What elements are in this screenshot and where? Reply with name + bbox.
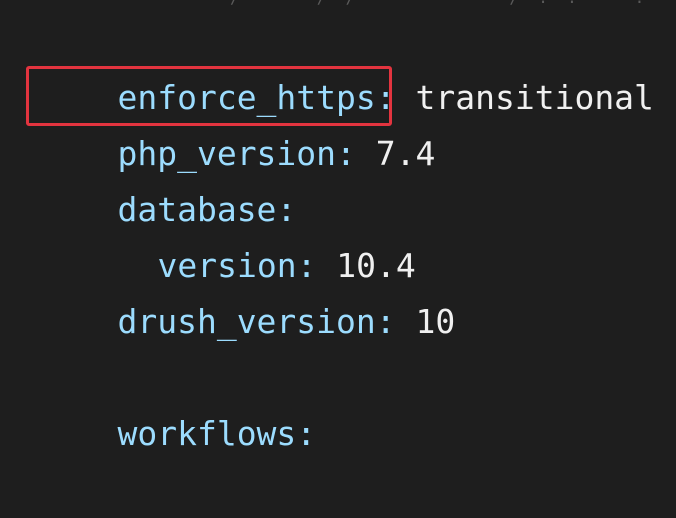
yaml-colon: : xyxy=(336,134,356,173)
yaml-value: 7.4 xyxy=(355,134,436,173)
yaml-colon: : xyxy=(375,302,396,341)
code-line-enforce-https: enforce_https: transitional xyxy=(38,14,653,117)
code-editor[interactable]: / ' ' ' / / / . . . . . . / enforce_http… xyxy=(0,0,676,453)
highlight-box xyxy=(26,66,392,126)
code-line-database: database: xyxy=(38,126,296,229)
code-line-database-version: version: 10.4 xyxy=(78,182,415,285)
yaml-key: drush_version xyxy=(117,302,376,341)
yaml-key: workflows xyxy=(117,414,297,453)
code-line-workflows: workflows: xyxy=(38,350,316,453)
yaml-colon: : xyxy=(296,414,317,453)
code-line-drush-version: drush_version: 10 xyxy=(38,238,455,341)
yaml-value: 10 xyxy=(395,302,456,341)
clipped-previous-line: / ' ' ' / / / . . . . . . / xyxy=(230,0,676,8)
